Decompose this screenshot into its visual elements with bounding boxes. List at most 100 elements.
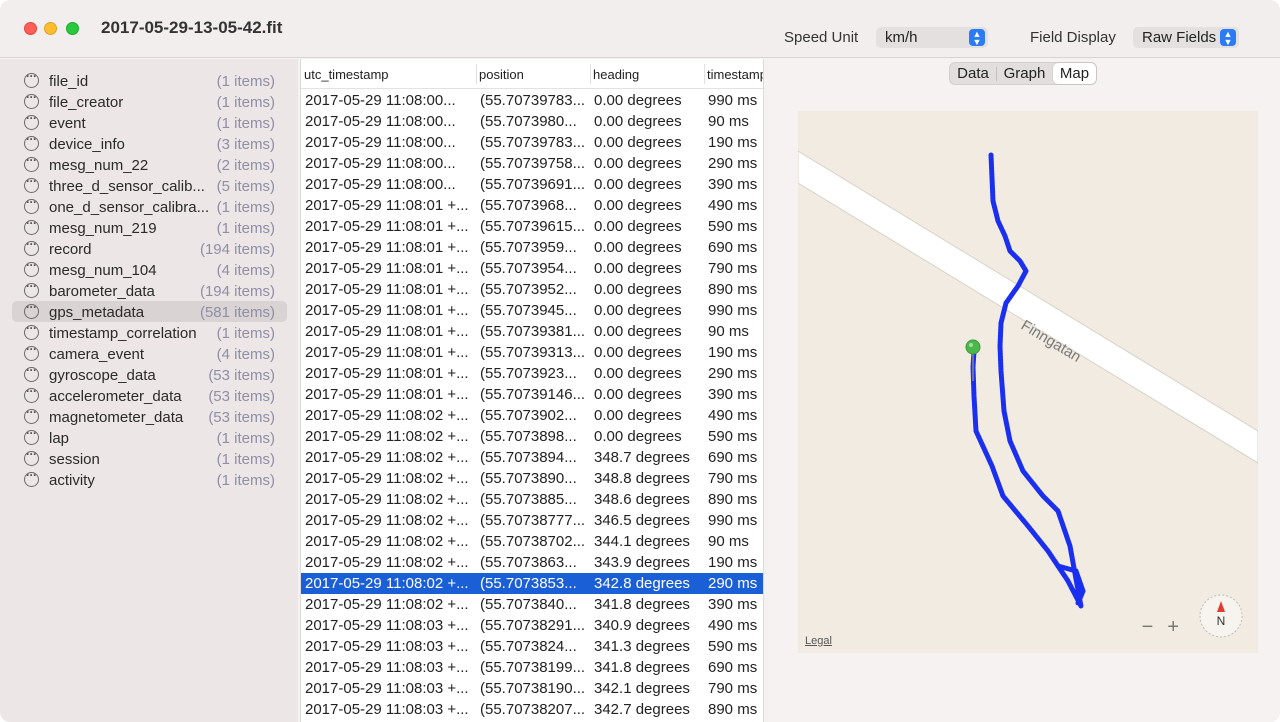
tab-data[interactable]: Data xyxy=(950,63,996,84)
column-header-heading[interactable]: heading xyxy=(593,67,703,82)
sidebar-item-accelerometer-data[interactable]: accelerometer_data (53 items) xyxy=(12,384,287,406)
cell-timestamp: 790 ms xyxy=(708,470,758,487)
column-divider[interactable] xyxy=(704,64,705,84)
sidebar-item-file-creator[interactable]: file_creator (1 items) xyxy=(12,90,287,112)
column-header-timestamp[interactable]: timestamp xyxy=(707,67,763,82)
table-row[interactable]: 2017-05-29 11:08:00... (55.70739691... 0.0… xyxy=(301,174,763,195)
sidebar-item-mesg-num-22[interactable]: mesg_num_22 (2 items) xyxy=(12,153,287,175)
table-row[interactable]: 2017-05-29 11:08:01 +... (55.7073945... 0.… xyxy=(301,300,763,321)
cell-timestamp: 890 ms xyxy=(708,491,758,508)
table-row[interactable]: 2017-05-29 11:08:03 +... (55.70738291... 3… xyxy=(301,615,763,636)
sidebar-item-camera-event[interactable]: camera_event (4 items) xyxy=(12,342,287,364)
start-pin-icon[interactable] xyxy=(965,339,981,355)
sidebar-item-one-d-sensor-calibra[interactable]: one_d_sensor_calibra... (1 items) xyxy=(12,195,287,217)
minimize-window-button[interactable] xyxy=(44,22,57,35)
title-bar: 2017-05-29-13-05-42.fit Speed Unit km/h … xyxy=(0,0,1280,58)
cell-timestamp: 190 ms xyxy=(708,344,758,361)
cell-heading: 0.00 degrees xyxy=(594,386,682,403)
table-row[interactable]: 2017-05-29 11:08:01 +... (55.7073923... 0.… xyxy=(301,363,763,384)
table-row[interactable]: 2017-05-29 11:08:00... (55.70739783... 0.0… xyxy=(301,132,763,153)
table-row[interactable]: 2017-05-29 11:08:02 +... (55.70738702... 3… xyxy=(301,531,763,552)
sidebar-item-count: (1 items) xyxy=(216,94,275,111)
sidebar-item-device-info[interactable]: device_info (3 items) xyxy=(12,132,287,154)
sidebar-item-mesg-num-104[interactable]: mesg_num_104 (4 items) xyxy=(12,258,287,280)
table-row[interactable]: 2017-05-29 11:08:02 +... (55.7073902... 0.… xyxy=(301,405,763,426)
zoom-window-button[interactable] xyxy=(66,22,79,35)
sidebar-item-gps-metadata[interactable]: gps_metadata (581 items) xyxy=(12,300,287,322)
sidebar-item-record[interactable]: record (194 items) xyxy=(12,237,287,259)
cell-utc-timestamp: 2017-05-29 11:08:01 +... xyxy=(305,302,469,319)
table-row[interactable]: 2017-05-29 11:08:00... (55.7073980... 0.00… xyxy=(301,111,763,132)
speed-unit-popup[interactable]: km/h ▲ ▼ xyxy=(876,27,988,48)
table-row[interactable]: 2017-05-29 11:08:03 +... (55.70738207... 3… xyxy=(301,699,763,720)
table-row[interactable]: 2017-05-29 11:08:01 +... (55.7073952... 0.… xyxy=(301,279,763,300)
cell-heading: 341.8 degrees xyxy=(594,659,690,676)
close-window-button[interactable] xyxy=(24,22,37,35)
table-row[interactable]: 2017-05-29 11:08:02 +... (55.7073885... 34… xyxy=(301,489,763,510)
table-row[interactable]: 2017-05-29 11:08:02 +... (55.7073894... 34… xyxy=(301,447,763,468)
cell-position: (55.70738199... xyxy=(480,659,586,676)
legal-link[interactable]: Legal xyxy=(805,635,832,647)
table-row[interactable]: 2017-05-29 11:08:02 +... (55.7073853... 34… xyxy=(301,573,763,594)
column-header-utc-timestamp[interactable]: utc_timestamp xyxy=(304,67,474,82)
cell-heading: 342.8 degrees xyxy=(594,575,690,592)
compass-icon[interactable]: N xyxy=(1198,593,1244,639)
table-row[interactable]: 2017-05-29 11:08:00... (55.70739758... 0.0… xyxy=(301,153,763,174)
table-row[interactable]: 2017-05-29 11:08:01 +... (55.7073959... 0.… xyxy=(301,237,763,258)
sidebar-item-label: accelerometer_data xyxy=(49,388,182,405)
table-row[interactable]: 2017-05-29 11:08:02 +... (55.7073840... 34… xyxy=(301,594,763,615)
sidebar-item-count: (194 items) xyxy=(199,283,275,300)
table-row[interactable]: 2017-05-29 11:08:01 +... (55.7073954... 0.… xyxy=(301,258,763,279)
column-divider[interactable] xyxy=(476,64,477,84)
sidebar-item-timestamp-correlation[interactable]: timestamp_correlation (1 items) xyxy=(12,321,287,343)
table-header: utc_timestamp position heading timestamp xyxy=(301,59,763,89)
sidebar-item-mesg-num-219[interactable]: mesg_num_219 (1 items) xyxy=(12,216,287,238)
zoom-in-button[interactable]: + xyxy=(1167,616,1179,638)
sidebar-item-session[interactable]: session (1 items) xyxy=(12,447,287,469)
column-divider[interactable] xyxy=(590,64,591,84)
cell-heading: 0.00 degrees xyxy=(594,323,682,340)
table-row[interactable]: 2017-05-29 11:08:00... (55.70739783... 0.0… xyxy=(301,90,763,111)
cell-heading: 0.00 degrees xyxy=(594,302,682,319)
table-row[interactable]: 2017-05-29 11:08:02 +... (55.70738777... 3… xyxy=(301,510,763,531)
sidebar-item-count: (1 items) xyxy=(216,430,275,447)
table-row[interactable]: 2017-05-29 11:08:01 +... (55.7073968... 0.… xyxy=(301,195,763,216)
sidebar-item-event[interactable]: event (1 items) xyxy=(12,111,287,133)
table-row[interactable]: 2017-05-29 11:08:01 +... (55.70739146... 0… xyxy=(301,384,763,405)
map-view[interactable]: Finngatan Legal − + N xyxy=(798,111,1258,653)
cell-position: (55.7073898... xyxy=(480,428,577,445)
table-row[interactable]: 2017-05-29 11:08:03 +... (55.7073824... 34… xyxy=(301,636,763,657)
cell-position: (55.7073945... xyxy=(480,302,577,319)
sidebar-item-file-id[interactable]: file_id (1 items) xyxy=(12,69,287,91)
cell-utc-timestamp: 2017-05-29 11:08:01 +... xyxy=(305,344,469,361)
sidebar-item-count: (1 items) xyxy=(216,199,275,216)
cell-utc-timestamp: 2017-05-29 11:08:01 +... xyxy=(305,365,469,382)
cell-heading: 0.00 degrees xyxy=(594,428,682,445)
sidebar-item-label: mesg_num_22 xyxy=(49,157,149,174)
sidebar-item-magnetometer-data[interactable]: magnetometer_data (53 items) xyxy=(12,405,287,427)
ellipsis-circle-icon xyxy=(24,342,39,361)
table-row[interactable]: 2017-05-29 11:08:01 +... (55.70739313... 0… xyxy=(301,342,763,363)
cell-timestamp: 490 ms xyxy=(708,197,758,214)
sidebar-item-barometer-data[interactable]: barometer_data (194 items) xyxy=(12,279,287,301)
table-row[interactable]: 2017-05-29 11:08:02 +... (55.7073863... 34… xyxy=(301,552,763,573)
cell-heading: 342.7 degrees xyxy=(594,701,690,718)
table-row[interactable]: 2017-05-29 11:08:02 +... (55.7073898... 0.… xyxy=(301,426,763,447)
table-row[interactable]: 2017-05-29 11:08:01 +... (55.70739615... 0… xyxy=(301,216,763,237)
tab-map[interactable]: Map xyxy=(1053,63,1096,84)
sidebar-item-gyroscope-data[interactable]: gyroscope_data (53 items) xyxy=(12,363,287,385)
cell-position: (55.7073980... xyxy=(480,113,577,130)
field-display-popup[interactable]: Raw Fields ▲ ▼ xyxy=(1133,27,1239,48)
table-row[interactable]: 2017-05-29 11:08:01 +... (55.70739381... 0… xyxy=(301,321,763,342)
column-header-position[interactable]: position xyxy=(479,67,589,82)
zoom-out-button[interactable]: − xyxy=(1142,616,1154,638)
table-row[interactable]: 2017-05-29 11:08:03 +... (55.70738199... 3… xyxy=(301,657,763,678)
table-row[interactable]: 2017-05-29 11:08:03 +... (55.70738190... 3… xyxy=(301,678,763,699)
sidebar-item-lap[interactable]: lap (1 items) xyxy=(12,426,287,448)
table-row[interactable]: 2017-05-29 11:08:02 +... (55.7073890... 34… xyxy=(301,468,763,489)
tab-graph[interactable]: Graph xyxy=(997,63,1052,84)
sidebar-item-three-d-sensor-calib[interactable]: three_d_sensor_calib... (5 items) xyxy=(12,174,287,196)
sidebar-item-activity[interactable]: activity (1 items) xyxy=(12,468,287,490)
cell-heading: 340.9 degrees xyxy=(594,617,690,634)
cell-utc-timestamp: 2017-05-29 11:08:01 +... xyxy=(305,323,469,340)
